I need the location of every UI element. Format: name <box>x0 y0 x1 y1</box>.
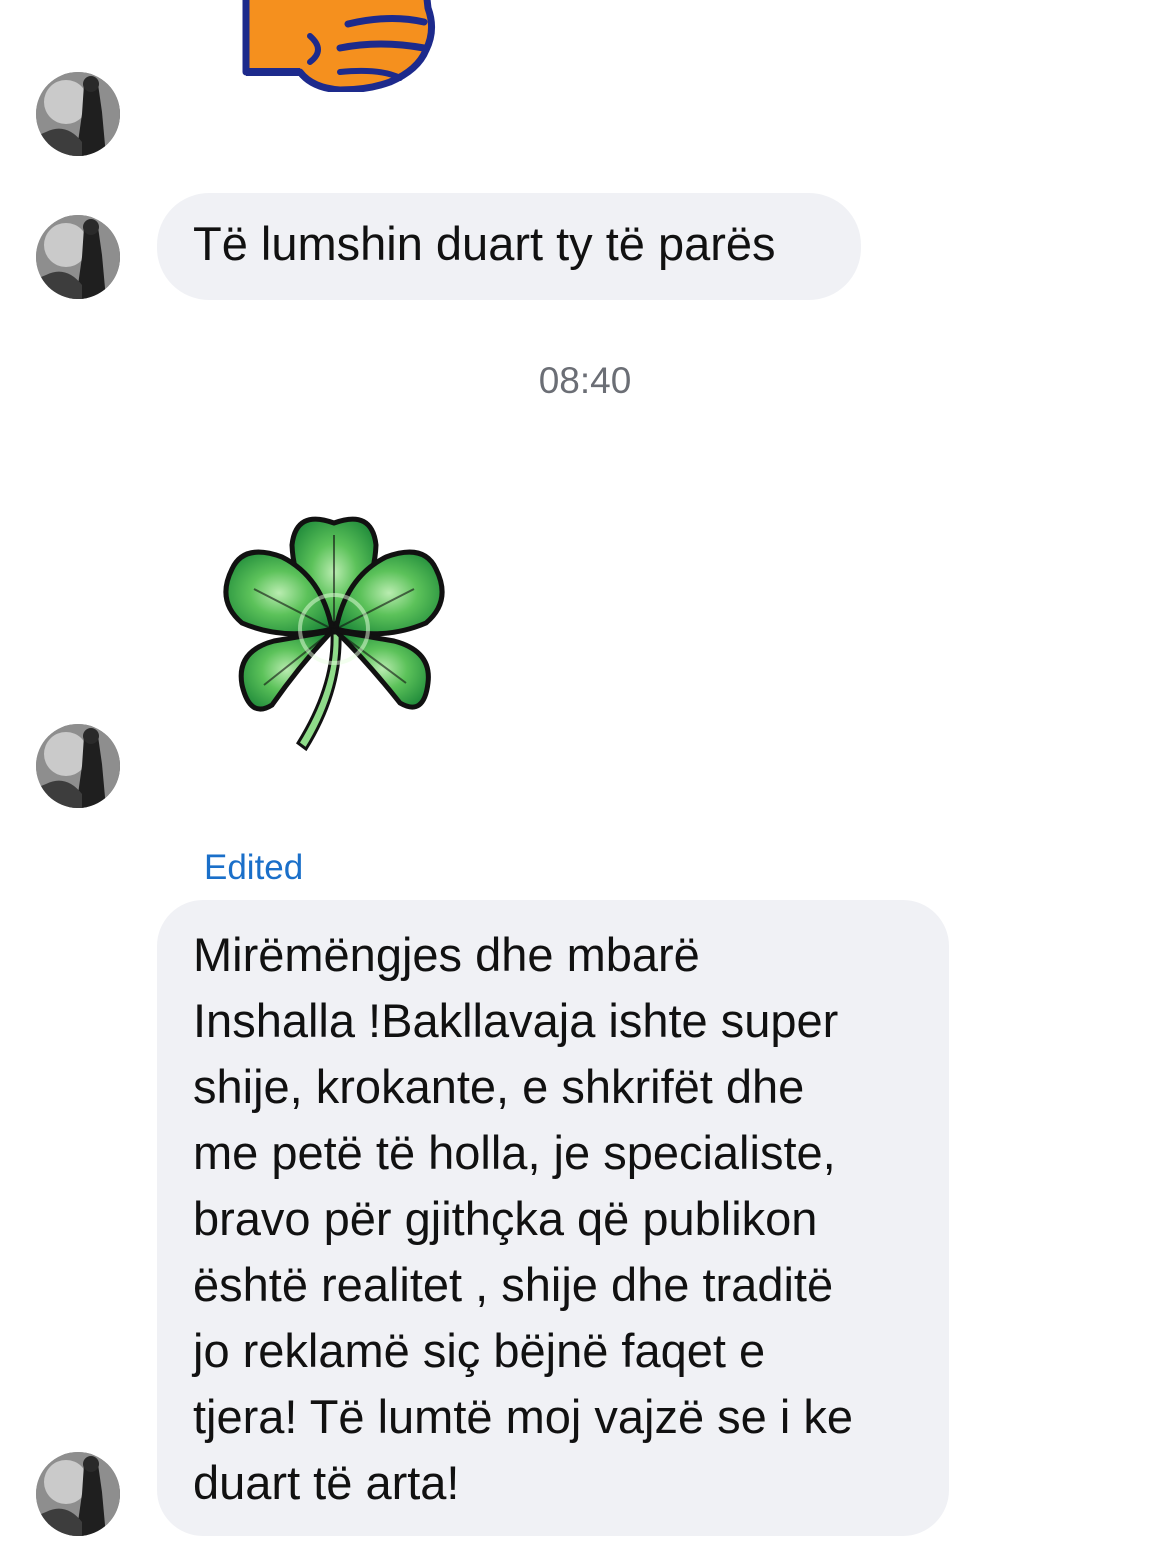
sender-avatar[interactable] <box>36 72 120 156</box>
message-text: Të lumshin duart ty të parës <box>193 217 776 270</box>
thumbs-up-sticker-icon[interactable] <box>240 0 440 94</box>
sender-avatar[interactable] <box>36 724 120 808</box>
four-leaf-clover-sticker-icon[interactable] <box>214 505 454 755</box>
sender-avatar[interactable] <box>36 215 120 299</box>
message-bubble[interactable]: Mirëmëngjes dhe mbarë Inshalla !Bakllava… <box>157 900 949 1536</box>
timestamp: 08:40 <box>538 360 632 401</box>
message-line: tjera! Të lumtë moj vajzë se i ke <box>193 1390 853 1443</box>
message-line: jo reklamë siç bëjnë faqet e <box>193 1324 766 1377</box>
edited-label[interactable]: Edited <box>204 848 303 888</box>
message-line: me petë të holla, je specialiste, <box>193 1126 836 1179</box>
message-line: Mirëmëngjes dhe mbarë <box>193 928 700 981</box>
message-line: Inshalla !Bakllavaja ishte super <box>193 994 839 1047</box>
message-bubble[interactable]: Të lumshin duart ty të parës <box>157 193 861 300</box>
message-line: shije, krokante, e shkrifët dhe <box>193 1060 805 1113</box>
sender-avatar[interactable] <box>36 1452 120 1536</box>
message-line: është realitet , shije dhe traditë <box>193 1258 834 1311</box>
message-line: bravo për gjithçka që publikon <box>193 1192 818 1245</box>
message-line: duart të arta! <box>193 1456 460 1509</box>
